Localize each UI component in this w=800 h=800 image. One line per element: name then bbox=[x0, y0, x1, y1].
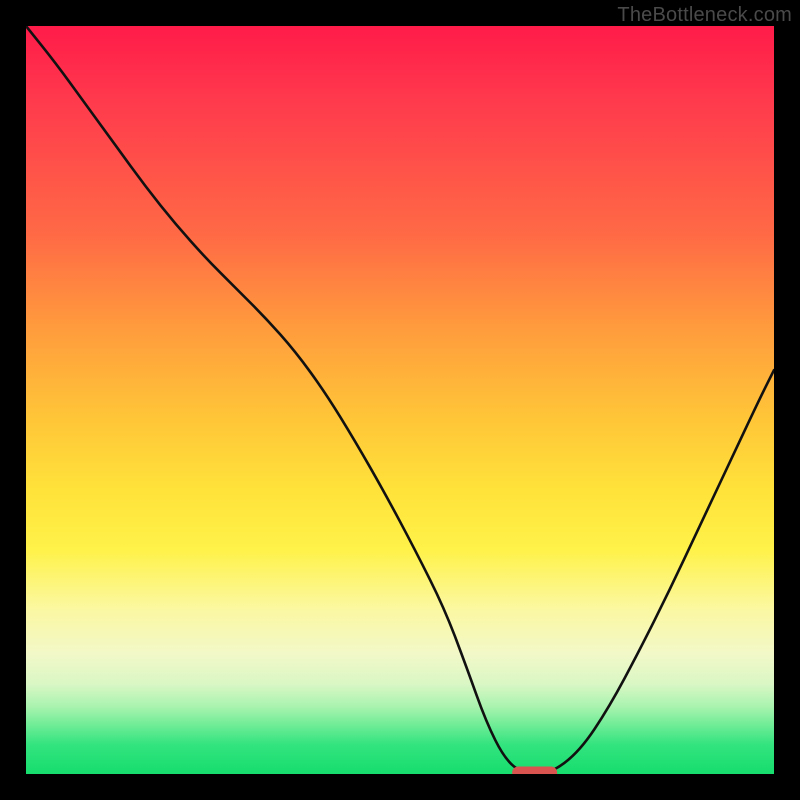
optimal-marker bbox=[512, 767, 557, 775]
plot-area bbox=[26, 26, 774, 774]
watermark-text: TheBottleneck.com bbox=[617, 4, 792, 27]
bottleneck-curve bbox=[26, 26, 774, 774]
chart-stage: TheBottleneck.com bbox=[0, 0, 800, 800]
